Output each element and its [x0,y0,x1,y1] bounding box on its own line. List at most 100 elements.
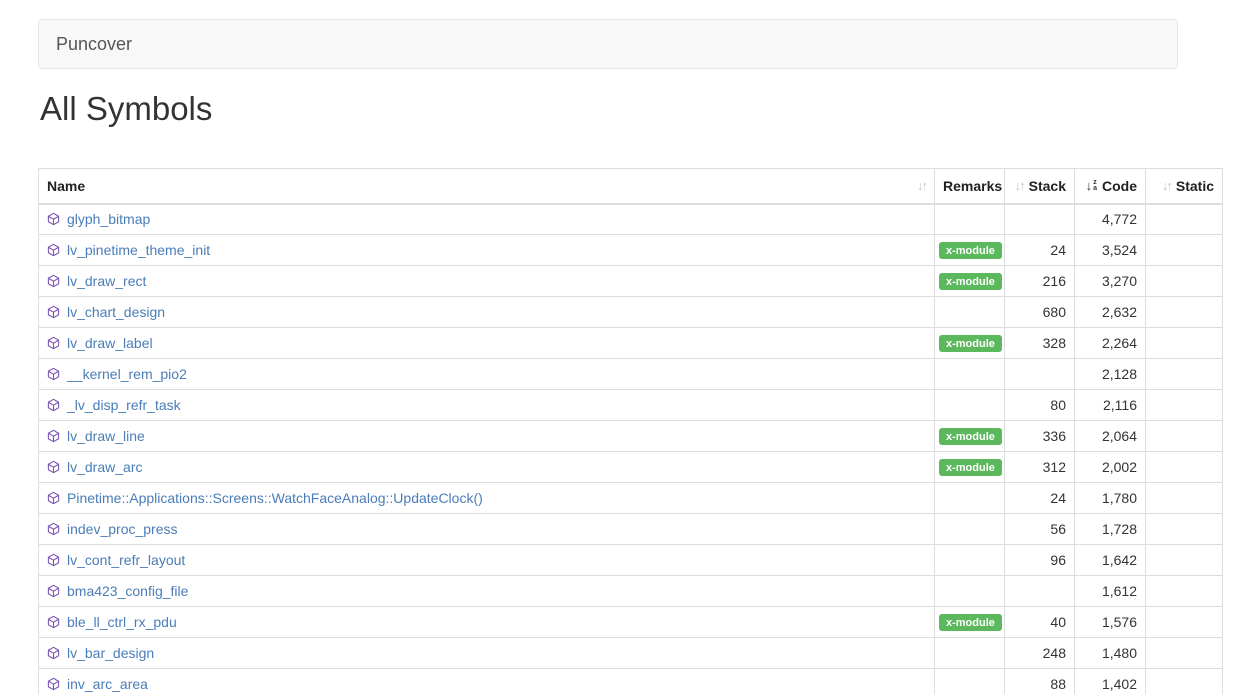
stack-cell: 24 [1005,235,1075,266]
symbol-link[interactable]: lv_draw_label [67,335,153,351]
symbol-name-cell: inv_arc_area [39,669,935,694]
stack-cell: 80 [1005,390,1075,421]
symbol-link[interactable]: lv_cont_refr_layout [67,552,185,568]
symbol-name-cell: indev_proc_press [39,514,935,545]
cube-icon [47,553,60,567]
column-header-stack[interactable]: ↓↑ Stack [1005,169,1075,204]
page-container: Puncover All Symbols Name ↓↑ Remarks [38,19,1222,694]
symbol-link[interactable]: inv_arc_area [67,676,148,692]
stack-cell: 312 [1005,452,1075,483]
code-cell: 2,064 [1075,421,1146,452]
table-row: lv_draw_rectx-module2163,270 [39,266,1223,297]
x-module-badge: x-module [939,242,1002,259]
stack-cell: 248 [1005,638,1075,669]
sort-icon: ↓↑ [1162,178,1171,193]
code-cell: 1,642 [1075,545,1146,576]
code-cell: 3,524 [1075,235,1146,266]
stack-cell: 216 [1005,266,1075,297]
table-row: lv_draw_line x-module3362,064 [39,421,1223,452]
static-cell [1146,576,1223,607]
cube-icon [47,429,60,443]
cube-icon [47,677,60,691]
symbol-link[interactable]: __kernel_rem_pio2 [67,366,187,382]
symbol-link[interactable]: lv_bar_design [67,645,154,661]
cube-icon [47,305,60,319]
table-row: inv_arc_area881,402 [39,669,1223,694]
x-module-badge: x-module [939,459,1002,476]
code-cell: 3,270 [1075,266,1146,297]
table-row: glyph_bitmap4,772 [39,204,1223,235]
static-cell [1146,390,1223,421]
symbol-link[interactable]: glyph_bitmap [67,211,150,227]
remarks-cell [935,483,1005,514]
symbol-link[interactable]: bma423_config_file [67,583,188,599]
stack-cell: 96 [1005,545,1075,576]
x-module-badge: x-module [939,335,1002,352]
symbol-name-cell: ble_ll_ctrl_rx_pdu [39,607,935,638]
column-header-code[interactable]: ↓ z a Code [1075,169,1146,204]
symbol-name-cell: lv_pinetime_theme_init [39,235,935,266]
remarks-cell [935,297,1005,328]
static-cell [1146,266,1223,297]
remarks-cell: x-module [935,607,1005,638]
cube-icon [47,584,60,598]
symbol-link[interactable]: lv_draw_line [67,428,145,444]
remarks-cell [935,514,1005,545]
code-cell: 1,612 [1075,576,1146,607]
table-row: lv_cont_refr_layout 961,642 [39,545,1223,576]
code-cell: 2,264 [1075,328,1146,359]
code-cell: 1,576 [1075,607,1146,638]
symbol-name-cell: _lv_disp_refr_task [39,390,935,421]
cube-icon [47,212,60,226]
symbol-link[interactable]: lv_pinetime_theme_init [67,242,210,258]
symbol-name-cell: lv_cont_refr_layout [39,545,935,576]
stack-cell: 328 [1005,328,1075,359]
static-cell [1146,669,1223,694]
sort-desc-icon: ↓ z a [1086,178,1097,193]
table-row: Pinetime::Applications::Screens::WatchFa… [39,483,1223,514]
cube-icon [47,646,60,660]
column-label: Stack [1029,178,1066,194]
page-title: All Symbols [40,90,1222,128]
stack-cell [1005,576,1075,607]
remarks-cell [935,390,1005,421]
symbol-link[interactable]: lv_draw_rect [67,273,146,289]
stack-cell [1005,204,1075,235]
symbol-link[interactable]: indev_proc_press [67,521,178,537]
cube-icon [47,274,60,288]
static-cell [1146,297,1223,328]
stack-cell: 336 [1005,421,1075,452]
static-cell [1146,545,1223,576]
symbol-link[interactable]: Pinetime::Applications::Screens::WatchFa… [67,490,483,506]
symbol-name-cell: lv_draw_line [39,421,935,452]
remarks-cell [935,576,1005,607]
column-header-static[interactable]: ↓↑ Static [1146,169,1223,204]
symbol-name-cell: lv_chart_design [39,297,935,328]
code-cell: 1,780 [1075,483,1146,514]
table-row: lv_bar_design2481,480 [39,638,1223,669]
symbol-name-cell: __kernel_rem_pio2 [39,359,935,390]
column-label: Code [1102,178,1137,194]
symbol-link[interactable]: lv_chart_design [67,304,165,320]
symbol-link[interactable]: ble_ll_ctrl_rx_pdu [67,614,177,630]
column-label: Remarks [943,178,1002,194]
column-header-remarks[interactable]: Remarks [935,169,1005,204]
static-cell [1146,328,1223,359]
column-label: Name [47,178,85,194]
static-cell [1146,638,1223,669]
symbol-link[interactable]: lv_draw_arc [67,459,142,475]
static-cell [1146,204,1223,235]
table-row: bma423_config_file 1,612 [39,576,1223,607]
cube-icon [47,367,60,381]
table-row: ble_ll_ctrl_rx_pdux-module401,576 [39,607,1223,638]
navbar: Puncover [38,19,1178,69]
column-header-name[interactable]: Name ↓↑ [39,169,935,204]
static-cell [1146,421,1223,452]
stack-cell: 88 [1005,669,1075,694]
symbol-link[interactable]: _lv_disp_refr_task [67,397,181,413]
column-label: Static [1176,178,1214,194]
navbar-brand[interactable]: Puncover [39,19,132,69]
remarks-cell: x-module [935,421,1005,452]
table-body: glyph_bitmap4,772 lv_pinetime_theme_init… [39,204,1223,694]
cube-icon [47,398,60,412]
